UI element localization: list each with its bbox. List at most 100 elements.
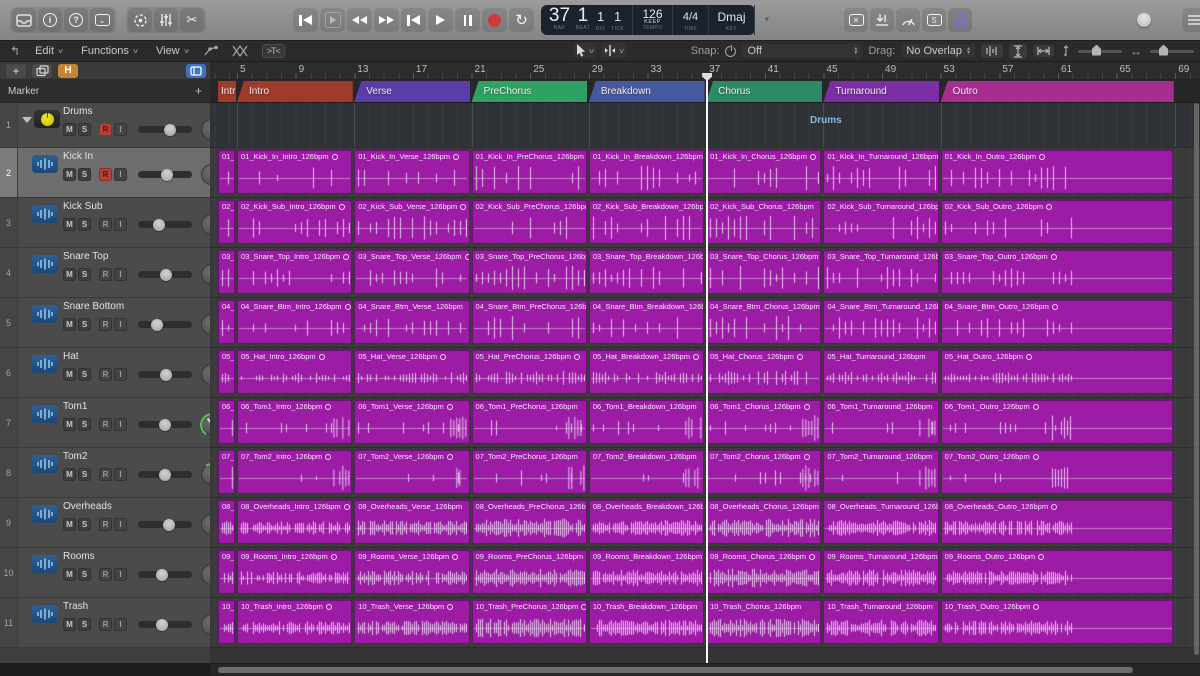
horizontal-scroll-thumb[interactable] (218, 667, 1133, 673)
region-10_Trash_Verse_126bpm[interactable]: 10_Trash_Verse_126bpm (354, 600, 470, 644)
region-10_Trash_Chorus_126bpm[interactable]: 10_Trash_Chorus_126bpm (706, 600, 822, 644)
menu-view[interactable]: View ∨ (156, 45, 190, 57)
toolbar-toggle-button[interactable]: ⌄ (90, 8, 114, 32)
solo-button[interactable]: S (78, 168, 91, 181)
menu-edit[interactable]: Edit ∨ (35, 45, 64, 57)
solo-button[interactable]: S (78, 568, 91, 581)
track-header-tom2[interactable]: 8 Tom2 M S R I (0, 448, 226, 498)
input-monitor-button[interactable]: I (114, 218, 127, 231)
vertical-scrollbar[interactable] (1194, 103, 1199, 655)
region-05_Hat_Intro_126bpm[interactable]: 05_Hat_Intro_126bpm (237, 350, 353, 394)
region-01_Kick_In_Intro_126bpm[interactable]: 01_Kick_In_Intro_126bpm (237, 150, 353, 194)
master-volume-thumb[interactable] (1137, 13, 1151, 27)
smart-controls-button[interactable] (128, 8, 152, 32)
mute-button[interactable]: M (63, 368, 76, 381)
region-10_Trash_Intro_126bpm[interactable]: 10_Trash_Intro_126bpm (237, 600, 353, 644)
track-lane-kick-sub[interactable]: 02_Kick_Sub_Intro_126bpm 02_Kick_Sub_Intr… (210, 198, 1200, 248)
solo-button[interactable]: S (78, 468, 91, 481)
track-header-trash[interactable]: 11 Trash M S R I (0, 598, 222, 648)
track-header-drums[interactable]: 1 Drums M S R I (0, 103, 222, 148)
region-04_Snare_Btm_Verse_126bpm[interactable]: 04_Snare_Btm_Verse_126bpm (354, 300, 470, 344)
track-header-snare-bottom[interactable]: 5 Snare Bottom M S R I (0, 298, 222, 348)
snap-power-icon[interactable] (725, 44, 737, 57)
mute-button[interactable]: M (63, 268, 76, 281)
track-lane-snare-top[interactable]: 03_Snare_Top_Intro_126bpm 03_Snare_Top_In… (210, 248, 1200, 298)
volume-thumb[interactable] (160, 268, 172, 281)
go-to-beginning-button[interactable] (293, 8, 318, 32)
vertical-auto-zoom-button[interactable] (1009, 43, 1027, 59)
volume-thumb[interactable] (159, 418, 171, 431)
region-09_Rooms_Turnaround_126bpm[interactable]: 09_Rooms_Turnaround_126bpm (823, 550, 939, 594)
region-06_Tom1_Verse_126bpm[interactable]: 06_Tom1_Verse_126bpm (354, 400, 470, 444)
solo-button[interactable]: S (78, 418, 91, 431)
region-05_Hat_PreChorus_126bpm[interactable]: 05_Hat_PreChorus_126bpm (471, 350, 587, 394)
track-lane-snare-bottom[interactable]: 04_Snare_Btm_Intro_126bpm 04_Snare_Btm_In… (210, 298, 1200, 348)
region-04_Snare_Btm_Outro_126bpm[interactable]: 04_Snare_Btm_Outro_126bpm (940, 300, 1174, 344)
input-monitor-button[interactable]: I (114, 368, 127, 381)
volume-slider[interactable] (138, 568, 192, 581)
region-06_Tom1_Intro_126bpm[interactable]: 06_Tom1_Intro_126bpm (237, 400, 353, 444)
volume-thumb[interactable] (164, 123, 176, 136)
track-header-tom1[interactable]: 7 Tom1 M S R I (0, 398, 226, 448)
track-header-kick-sub[interactable]: 3 Kick Sub M S R I (0, 198, 222, 248)
region-02_Kick_Sub_Verse_126bpm[interactable]: 02_Kick_Sub_Verse_126bpm (354, 200, 470, 244)
drag-dropdown[interactable]: No Overlap ▴ ▾ (901, 44, 975, 58)
region-09_Rooms_PreChorus_126bpm[interactable]: 09_Rooms_PreChorus_126bpm (471, 550, 587, 594)
region-03_Snare_Top_Breakdown_126bpm[interactable]: 03_Snare_Top_Breakdown_126bpm (588, 250, 705, 294)
region-03_Snare_Top_Outro_126bpm[interactable]: 03_Snare_Top_Outro_126bpm (940, 250, 1174, 294)
region-10_Trash_Outro_126bpm[interactable]: 10_Trash_Outro_126bpm (940, 600, 1174, 644)
track-lane-kick-in[interactable]: 01_Kick_In_Intro_126bpm 01_Kick_In_Intro_… (210, 148, 1200, 198)
region-02_Kick_Sub_Chorus_126bpm[interactable]: 02_Kick_Sub_Chorus_126bpm (706, 200, 822, 244)
left-click-tool-menu[interactable]: ∨ (573, 43, 598, 58)
track-lane-tom1[interactable]: 06_Tom1_Intro_126bpm 06_Tom1_Intro_126bpm… (210, 398, 1200, 448)
marker-outro[interactable]: Outro (940, 81, 1174, 102)
region-01_Kick_In_Breakdown_126bpm[interactable]: 01_Kick_In_Breakdown_126bpm (588, 150, 705, 194)
region-07_Tom2_Verse_126bpm[interactable]: 07_Tom2_Verse_126bpm (354, 450, 470, 494)
flex-button[interactable]: >T< (261, 44, 285, 58)
region-08_Overheads_Verse_126bpm[interactable]: 08_Overheads_Verse_126bpm (354, 500, 470, 544)
region-03_Snare_Top_Chorus_126bpm[interactable]: 03_Snare_Top_Chorus_126bpm (706, 250, 822, 294)
region-09_Rooms_Breakdown_126bpm[interactable]: 09_Rooms_Breakdown_126bpm (588, 550, 705, 594)
solo-button[interactable]: S (78, 218, 91, 231)
track-header-hat[interactable]: 6 Hat M S R I (0, 348, 222, 398)
region-03_Snare_Top_Turnaround_126bpm[interactable]: 03_Snare_Top_Turnaround_126bpm (823, 250, 939, 294)
volume-thumb[interactable] (159, 468, 171, 481)
region-01_Kick_In_Outro_126bpm[interactable]: 01_Kick_In_Outro_126bpm (940, 150, 1174, 194)
record-button[interactable] (482, 8, 507, 32)
record-enable-button[interactable]: R (99, 218, 112, 231)
mute-button[interactable]: M (63, 518, 76, 531)
waveform-zoom-thumb[interactable] (1092, 44, 1101, 56)
volume-thumb[interactable] (156, 568, 168, 581)
input-monitor-button[interactable]: I (114, 518, 127, 531)
volume-slider[interactable] (138, 518, 192, 531)
volume-slider[interactable] (138, 318, 192, 331)
input-monitor-button[interactable]: I (114, 618, 127, 631)
record-enable-button[interactable]: R (99, 468, 112, 481)
volume-thumb[interactable] (163, 518, 175, 531)
mute-button[interactable]: M (63, 318, 76, 331)
waveform-zoom-slider[interactable] (1078, 44, 1122, 56)
region-sliver[interactable]: 01_Kick_In_Intro_126bpm (218, 150, 235, 194)
region-sliver[interactable]: 09_Rooms_Intro_126bpm (218, 550, 235, 594)
horizontal-auto-zoom-button[interactable] (1033, 45, 1054, 57)
crossfade-icon[interactable] (232, 45, 248, 57)
volume-slider[interactable] (138, 618, 192, 631)
region-04_Snare_Btm_PreChorus_126bpm[interactable]: 04_Snare_Btm_PreChorus_126bpm (471, 300, 587, 344)
region-02_Kick_Sub_Outro_126bpm[interactable]: 02_Kick_Sub_Outro_126bpm (940, 200, 1174, 244)
region-sliver[interactable]: 08_Overheads_Intro_126bpm (218, 500, 235, 544)
volume-slider[interactable] (138, 468, 192, 481)
stop-button[interactable] (401, 8, 426, 32)
playhead[interactable] (706, 74, 709, 663)
solo-button[interactable]: S (78, 618, 91, 631)
marker-chorus[interactable]: Chorus (706, 81, 822, 102)
mute-button[interactable]: M (63, 568, 76, 581)
region-05_Hat_Breakdown_126bpm[interactable]: 05_Hat_Breakdown_126bpm (588, 350, 705, 394)
mute-button[interactable]: M (63, 218, 76, 231)
hide-tracks-button[interactable]: H (58, 63, 78, 78)
forward-button[interactable] (374, 8, 399, 32)
region-09_Rooms_Chorus_126bpm[interactable]: 09_Rooms_Chorus_126bpm (706, 550, 822, 594)
region-sliver[interactable]: 04_Snare_Btm_Intro_126bpm (218, 300, 235, 344)
region-02_Kick_Sub_PreChorus_126bpm[interactable]: 02_Kick_Sub_PreChorus_126bpm (471, 200, 587, 244)
region-sliver[interactable]: 10_Trash_Intro_126bpm (218, 600, 235, 644)
flex-view-button[interactable] (981, 44, 1003, 58)
